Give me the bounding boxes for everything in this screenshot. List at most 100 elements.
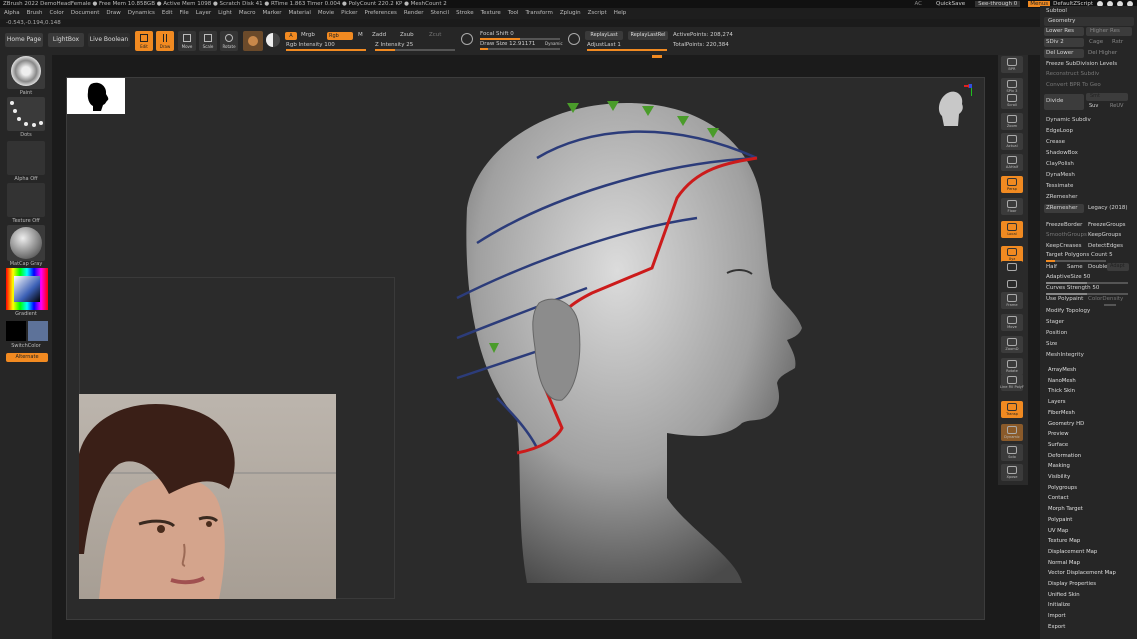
replay-last-button[interactable]: ReplayLast <box>585 31 623 40</box>
curves-strength-track[interactable] <box>1046 293 1128 295</box>
see-through-slider[interactable]: See-through 0 <box>975 1 1021 7</box>
subpalette-deformation[interactable]: Deformation <box>1048 453 1081 459</box>
geometry-header-bar[interactable]: Geometry <box>1044 17 1134 26</box>
spotlight-icon[interactable] <box>461 33 473 45</box>
move-mode-button[interactable]: Move <box>178 31 196 51</box>
legacy-toggle[interactable]: Legacy (2018) <box>1088 205 1128 211</box>
subpalette-preview[interactable]: Preview <box>1048 431 1069 437</box>
use-polypaint-toggle[interactable]: Use Polypaint <box>1046 296 1083 302</box>
draw-mode-button[interactable]: Draw <box>156 31 174 51</box>
half-button[interactable]: Half <box>1046 264 1057 270</box>
m-toggle[interactable]: M <box>358 32 363 38</box>
mrgb-toggle[interactable]: Mrgb <box>301 32 315 38</box>
secondary-color-swatch[interactable] <box>28 321 48 341</box>
menu-transform[interactable]: Transform <box>525 8 552 19</box>
keep-creases-toggle[interactable]: KeepCreases <box>1046 243 1081 249</box>
subpalette-export[interactable]: Export <box>1048 624 1065 630</box>
subpalette-layers[interactable]: Layers <box>1048 399 1066 405</box>
curves-strength-slider[interactable]: Curves Strength 50 <box>1046 285 1099 291</box>
shelf-button-actual[interactable]: Actual <box>1001 133 1023 150</box>
geometry-shadowbox[interactable]: ShadowBox <box>1046 150 1078 156</box>
replay-icon[interactable] <box>568 33 580 45</box>
target-polygons-slider[interactable]: Target Polygons Count 5 <box>1046 252 1113 258</box>
shelf-button-bpr[interactable]: BPR <box>1001 56 1023 73</box>
rgb-intensity-slider[interactable] <box>286 49 366 51</box>
menu-layer[interactable]: Layer <box>196 8 211 19</box>
detect-edges-toggle[interactable]: DetectEdges <box>1088 243 1123 249</box>
adaptive-size-slider[interactable]: AdaptiveSize 50 <box>1046 274 1090 280</box>
menu-texture[interactable]: Texture <box>481 8 501 19</box>
zsub-toggle[interactable]: Zsub <box>400 32 414 38</box>
shelf-button-line-fill-polyf[interactable]: Line Fill PolyF <box>1000 374 1024 391</box>
subpalette-visibility[interactable]: Visibility <box>1048 474 1070 480</box>
menu-document[interactable]: Document <box>71 8 100 19</box>
subpalette-geometry-hd[interactable]: Geometry HD <box>1048 421 1084 427</box>
scale-mode-button[interactable]: Scale <box>199 31 217 51</box>
menu-dynamics[interactable]: Dynamics <box>128 8 155 19</box>
subpalette-fibermesh[interactable]: FiberMesh <box>1048 410 1075 416</box>
main-color-swatch[interactable] <box>6 321 26 341</box>
subpalette-uv-map[interactable]: UV Map <box>1048 528 1068 534</box>
subpalette-displacement-map[interactable]: Displacement Map <box>1048 549 1097 555</box>
del-lower-button[interactable]: Del Lower <box>1044 49 1084 58</box>
menu-stroke[interactable]: Stroke <box>456 8 474 19</box>
menu-tool[interactable]: Tool <box>508 8 519 19</box>
subpalette-polypaint[interactable]: Polypaint <box>1048 517 1072 523</box>
shelf-button-zoomd[interactable]: ZoomD <box>1001 336 1023 353</box>
menu-brush[interactable]: Brush <box>27 8 43 19</box>
geometry-crease[interactable]: Crease <box>1046 139 1065 145</box>
menu-picker[interactable]: Picker <box>341 8 357 19</box>
draw-size-slider[interactable] <box>480 48 560 50</box>
divide-button[interactable]: Divide <box>1044 94 1084 110</box>
subpalette-morph-target[interactable]: Morph Target <box>1048 506 1083 512</box>
geometry-stager[interactable]: Stager <box>1046 319 1064 325</box>
menu-edit[interactable]: Edit <box>162 8 173 19</box>
rgb-toggle[interactable]: Rgb <box>327 32 353 40</box>
freeze-border-toggle[interactable]: FreezeBorder <box>1046 222 1082 228</box>
geometry-claypolish[interactable]: ClayPolish <box>1046 161 1074 167</box>
replay-last-rel-button[interactable]: ReplayLastRel <box>628 31 668 40</box>
texture-thumbnail[interactable] <box>7 183 45 217</box>
material-thumbnail[interactable] <box>7 225 45 261</box>
higher-res-button[interactable]: Higher Res <box>1086 27 1132 36</box>
menu-macro[interactable]: Macro <box>239 8 256 19</box>
double-button[interactable]: Double <box>1088 264 1108 270</box>
geometry-meshintegrity[interactable]: MeshIntegrity <box>1046 352 1084 358</box>
color-picker-square[interactable] <box>14 276 40 302</box>
adjust-last-slider[interactable] <box>587 49 667 51</box>
subpalette-display-properties[interactable]: Display Properties <box>1048 581 1096 587</box>
target-polygons-track[interactable] <box>1046 260 1106 262</box>
alternate-button[interactable]: Alternate <box>6 353 48 362</box>
color-picker[interactable] <box>6 268 48 310</box>
z-intensity-slider[interactable] <box>375 49 455 51</box>
shelf-button-move[interactable]: Move <box>1001 314 1023 331</box>
menu-preferences[interactable]: Preferences <box>365 8 397 19</box>
shelf-button-solo[interactable]: Solo <box>1001 444 1023 461</box>
cage-button[interactable]: Cage <box>1089 39 1103 45</box>
navigation-head-gizmo[interactable] <box>932 84 972 139</box>
quicksave-button[interactable]: QuickSave <box>936 1 965 7</box>
freeze-groups-toggle[interactable]: FreezeGroups <box>1088 222 1126 228</box>
brush-thumbnail[interactable] <box>7 55 45 89</box>
subpalette-nanomesh[interactable]: NanoMesh <box>1048 378 1076 384</box>
geometry-position[interactable]: Position <box>1046 330 1067 336</box>
suv-toggle[interactable]: Suv <box>1089 103 1098 109</box>
rotate-mode-button[interactable]: Rotate <box>220 31 238 51</box>
freeze-subdivision-button[interactable]: Freeze SubDivision Levels <box>1046 61 1117 67</box>
shelf-button-dynamic[interactable]: Dynamic <box>1001 424 1023 441</box>
adapt-button[interactable]: Adapt <box>1107 263 1129 271</box>
geometry-tessimate[interactable]: Tessimate <box>1046 183 1073 189</box>
shelf-button-transp[interactable]: Transp <box>1001 401 1023 418</box>
menu-marker[interactable]: Marker <box>263 8 282 19</box>
subpalette-import[interactable]: Import <box>1048 613 1066 619</box>
document-canvas[interactable] <box>66 77 985 620</box>
convert-bpr-button[interactable]: Convert BPR To Geo <box>1046 82 1101 88</box>
menu-render[interactable]: Render <box>404 8 424 19</box>
dynamic-toggle[interactable]: Dynamic <box>545 41 563 46</box>
geometry-dynamesh[interactable]: DynaMesh <box>1046 172 1075 178</box>
switch-color-button[interactable]: SwitchColor <box>0 343 52 349</box>
zadd-toggle[interactable]: Zadd <box>372 32 386 38</box>
subtool-header[interactable]: Subtool <box>1046 8 1067 14</box>
lower-res-button[interactable]: Lower Res <box>1044 27 1084 36</box>
sdiv-slider[interactable]: SDiv 2 <box>1044 38 1084 47</box>
